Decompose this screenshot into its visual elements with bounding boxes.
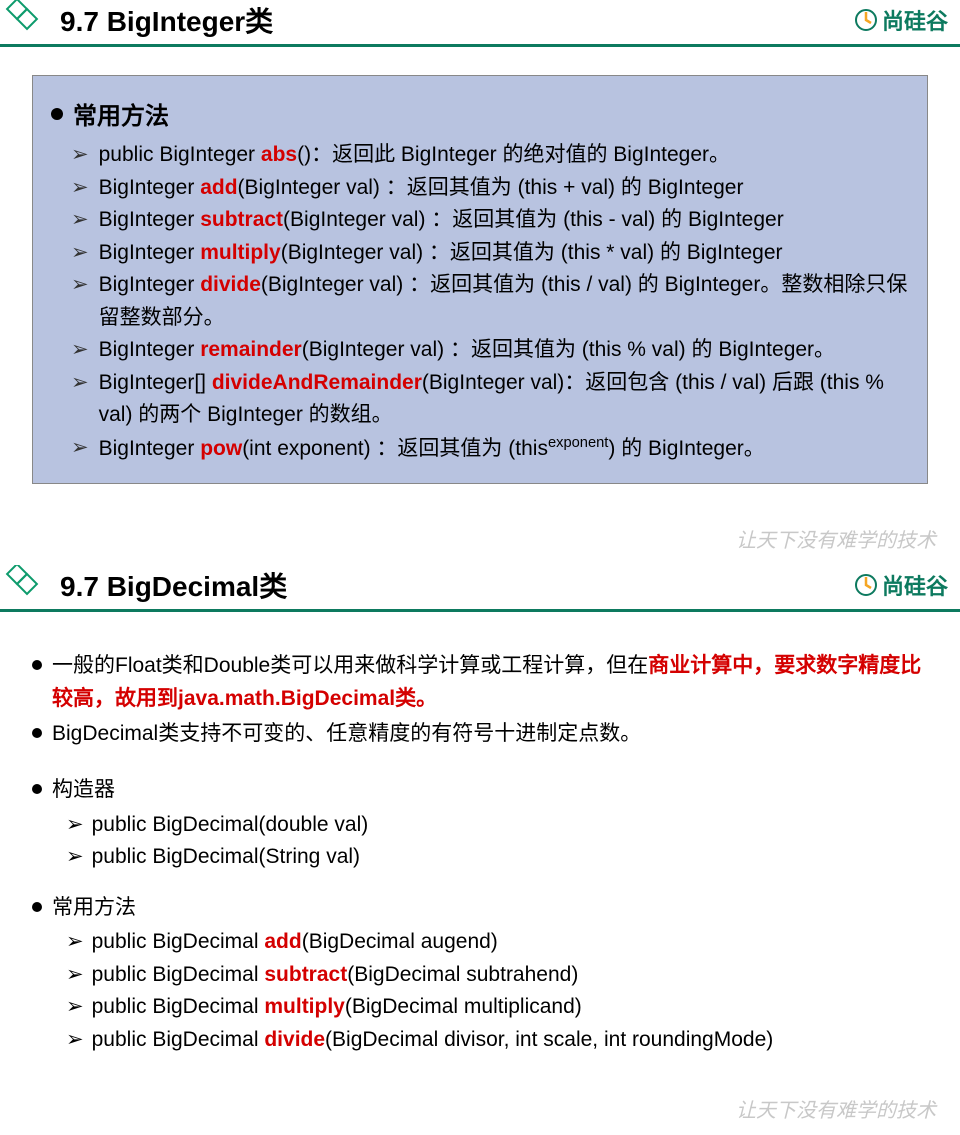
arrow-icon: ➢ bbox=[66, 959, 84, 992]
bullet-dot-icon bbox=[32, 660, 42, 670]
method-text: BigInteger divide(BigInteger val) ：返回其值为… bbox=[99, 269, 909, 334]
arrow-icon: ➢ bbox=[71, 269, 89, 334]
method-text: BigInteger add(BigInteger val) ：返回其值为 (t… bbox=[99, 172, 909, 205]
method-item: ➢ BigInteger add(BigInteger val) ：返回其值为 (… bbox=[71, 172, 909, 205]
method-item: ➢ public BigInteger abs()：返回此 BigInteger … bbox=[71, 139, 909, 172]
method-item: ➢public BigDecimal subtract(BigDecimal s… bbox=[66, 959, 928, 992]
intro-item: BigDecimal类支持不可变的、任意精度的有符号十进制定点数。 bbox=[32, 718, 928, 751]
method-list: ➢ public BigInteger abs()：返回此 BigInteger … bbox=[51, 139, 909, 465]
brand-logo: 尚硅谷 bbox=[854, 569, 948, 601]
slide-header: 9.7 BigInteger类 尚硅谷 bbox=[0, 0, 960, 44]
slide-biginteger: 9.7 BigInteger类 尚硅谷 常用方法 ➢ public BigInte… bbox=[0, 0, 960, 565]
method-item: ➢public BigDecimal divide(BigDecimal div… bbox=[66, 1024, 928, 1057]
logo-icon bbox=[854, 8, 878, 32]
arrow-icon: ➢ bbox=[66, 926, 84, 959]
method-list: ➢public BigDecimal add(BigDecimal augend… bbox=[32, 926, 928, 1056]
method-item: ➢public BigDecimal multiply(BigDecimal m… bbox=[66, 991, 928, 1024]
box-heading: 常用方法 bbox=[51, 96, 909, 131]
method-text: BigInteger multiply(BigInteger val) ：返回其… bbox=[99, 237, 909, 270]
method-item: ➢BigInteger[] divideAndRemainder(BigInte… bbox=[71, 367, 909, 432]
bullet-dot-icon bbox=[32, 784, 42, 794]
constructor-item: ➢public BigDecimal(String val) bbox=[66, 841, 928, 874]
slide-content: 一般的Float类和Double类可以用来做科学计算或工程计算，但在商业计算中，… bbox=[0, 620, 960, 1082]
slide-bigdecimal: 9.7 BigDecimal类 尚硅谷 一般的Float类和Double类可以用… bbox=[0, 565, 960, 1135]
arrow-icon: ➢ bbox=[66, 991, 84, 1024]
constructor-heading: 构造器 bbox=[32, 774, 928, 807]
method-text: public BigDecimal divide(BigDecimal divi… bbox=[92, 1024, 774, 1057]
diamond-icon bbox=[4, 0, 44, 40]
slide-header: 9.7 BigDecimal类 尚硅谷 bbox=[0, 565, 960, 609]
methods-heading-text: 常用方法 bbox=[52, 892, 928, 925]
intro-text: 一般的Float类和Double类可以用来做科学计算或工程计算，但在商业计算中，… bbox=[52, 650, 928, 715]
method-text: public BigDecimal add(BigDecimal augend) bbox=[92, 926, 498, 959]
method-text: BigInteger pow(int exponent) ：返回其值为 (thi… bbox=[99, 432, 909, 466]
watermark: 让天下没有难学的技术 bbox=[0, 1082, 960, 1135]
arrow-icon: ➢ bbox=[71, 172, 89, 205]
arrow-icon: ➢ bbox=[71, 139, 89, 172]
method-item: ➢ BigInteger remainder(BigInteger val) ：返… bbox=[71, 334, 909, 367]
method-text: BigInteger[] divideAndRemainder(BigInteg… bbox=[99, 367, 909, 432]
method-item: ➢public BigDecimal add(BigDecimal augend… bbox=[66, 926, 928, 959]
constructor-list: ➢public BigDecimal(double val)➢public Bi… bbox=[32, 809, 928, 874]
header-rule bbox=[0, 44, 960, 47]
methods-box: 常用方法 ➢ public BigInteger abs()：返回此 BigInt… bbox=[32, 75, 928, 484]
brand-name: 尚硅谷 bbox=[882, 4, 948, 36]
method-text: public BigInteger abs()：返回此 BigInteger 的… bbox=[99, 139, 909, 172]
method-item: ➢ BigInteger subtract(BigInteger val) ：返回… bbox=[71, 204, 909, 237]
constructor-text: public BigDecimal(String val) bbox=[92, 841, 360, 874]
arrow-icon: ➢ bbox=[66, 809, 84, 842]
bullet-dot-icon bbox=[32, 902, 42, 912]
watermark: 让天下没有难学的技术 bbox=[0, 512, 960, 565]
arrow-icon: ➢ bbox=[66, 1024, 84, 1057]
arrow-icon: ➢ bbox=[71, 204, 89, 237]
method-item: ➢ BigInteger pow(int exponent) ：返回其值为 (th… bbox=[71, 432, 909, 466]
slide-content: 常用方法 ➢ public BigInteger abs()：返回此 BigInt… bbox=[0, 55, 960, 512]
bullet-dot-icon bbox=[51, 108, 63, 120]
method-text: public BigDecimal multiply(BigDecimal mu… bbox=[92, 991, 582, 1024]
intro-item: 一般的Float类和Double类可以用来做科学计算或工程计算，但在商业计算中，… bbox=[32, 650, 928, 715]
logo-icon bbox=[854, 573, 878, 597]
arrow-icon: ➢ bbox=[71, 367, 89, 432]
box-heading-text: 常用方法 bbox=[73, 96, 169, 131]
diamond-icon bbox=[4, 565, 44, 605]
methods-heading: 常用方法 bbox=[32, 892, 928, 925]
method-text: BigInteger subtract(BigInteger val) ：返回其… bbox=[99, 204, 909, 237]
constructor-item: ➢public BigDecimal(double val) bbox=[66, 809, 928, 842]
arrow-icon: ➢ bbox=[71, 334, 89, 367]
bullet-dot-icon bbox=[32, 728, 42, 738]
brand-logo: 尚硅谷 bbox=[854, 4, 948, 36]
intro-text: BigDecimal类支持不可变的、任意精度的有符号十进制定点数。 bbox=[52, 718, 928, 751]
method-text: BigInteger remainder(BigInteger val) ：返回… bbox=[99, 334, 909, 367]
brand-name: 尚硅谷 bbox=[882, 569, 948, 601]
page-title: 9.7 BigDecimal类 bbox=[60, 565, 854, 605]
arrow-icon: ➢ bbox=[71, 237, 89, 270]
header-rule bbox=[0, 609, 960, 612]
page-title: 9.7 BigInteger类 bbox=[60, 0, 854, 40]
method-text: public BigDecimal subtract(BigDecimal su… bbox=[92, 959, 579, 992]
arrow-icon: ➢ bbox=[71, 432, 89, 466]
arrow-icon: ➢ bbox=[66, 841, 84, 874]
method-item: ➢BigInteger divide(BigInteger val) ：返回其值… bbox=[71, 269, 909, 334]
constructor-text: public BigDecimal(double val) bbox=[92, 809, 369, 842]
constructor-heading-text: 构造器 bbox=[52, 774, 928, 807]
method-item: ➢ BigInteger multiply(BigInteger val) ：返回… bbox=[71, 237, 909, 270]
intro-list: 一般的Float类和Double类可以用来做科学计算或工程计算，但在商业计算中，… bbox=[32, 650, 928, 750]
